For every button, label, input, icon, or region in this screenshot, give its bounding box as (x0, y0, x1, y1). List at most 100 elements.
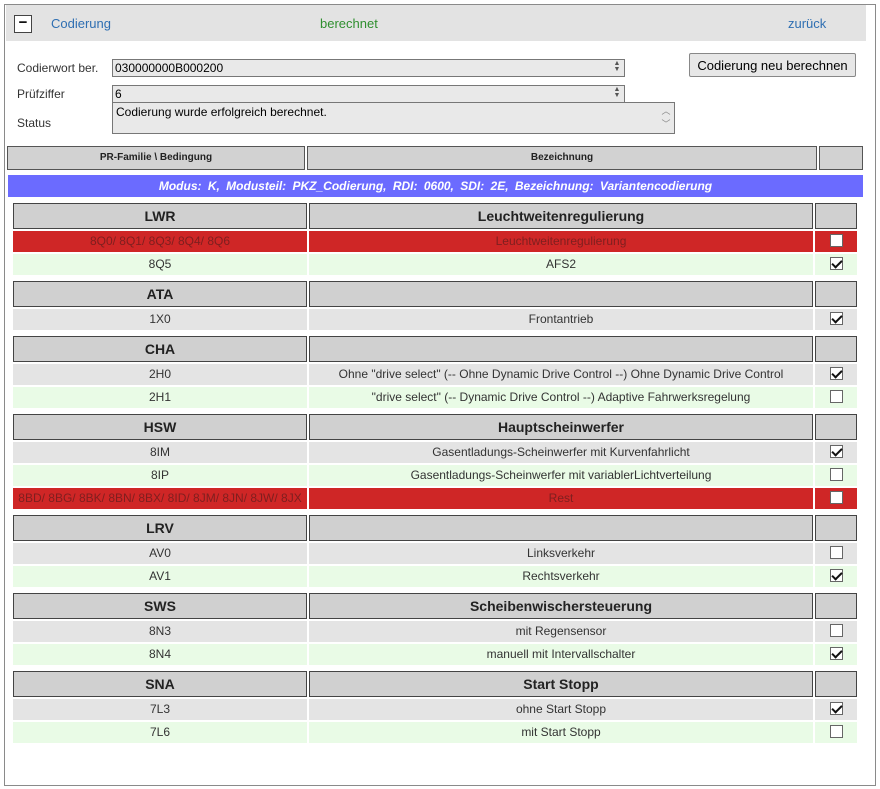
scroll-arrows-icon[interactable]: ︿ ﹀ (660, 105, 672, 132)
row-check-cell (815, 699, 857, 720)
row-check-cell (815, 364, 857, 385)
table-row[interactable]: 7L3 ohne Start Stopp (13, 699, 859, 720)
table-row[interactable]: 8IM Gasentladungs-Scheinwerfer mit Kurven… (13, 442, 859, 463)
group-header: LWR Leuchtweitenregulierung (13, 203, 859, 229)
group-family: ATA (13, 281, 307, 307)
status-label: Status (17, 116, 52, 130)
collapse-button[interactable]: − (14, 15, 32, 33)
calculation-state: berechnet (320, 16, 378, 31)
row-checkbox[interactable] (829, 546, 843, 560)
row-checkbox[interactable] (829, 647, 843, 661)
group-family: SNA (13, 671, 307, 697)
row-check-cell (815, 644, 857, 665)
table-row[interactable]: 2H0 Ohne "drive select" (-- Ohne Dynamic … (13, 364, 859, 385)
table-row[interactable]: 1X0 Frontantrieb (13, 309, 859, 330)
row-check-cell (815, 387, 857, 408)
row-code: 2H0 (13, 364, 307, 385)
group-title: Scheibenwischersteuerung (309, 593, 813, 619)
panel-title: Codierung (51, 16, 111, 31)
column-header-description: Bezeichnung (307, 146, 817, 170)
row-code: AV1 (13, 566, 307, 587)
table-row[interactable]: 8IP Gasentladungs-Scheinwerfer mit variab… (13, 465, 859, 486)
row-description: Frontantrieb (309, 309, 813, 330)
table-row[interactable]: 8N4 manuell mit Intervallschalter (13, 644, 859, 665)
row-code: 8N3 (13, 621, 307, 642)
row-description: Rechtsverkehr (309, 566, 813, 587)
row-description: Rest (309, 488, 813, 509)
spinner-icon[interactable]: ▲ ▼ (612, 86, 622, 101)
codierwort-value: 030000000B000200 (115, 61, 224, 75)
row-description: mit Regensensor (309, 621, 813, 642)
row-description: "drive select" (-- Dynamic Drive Control… (309, 387, 813, 408)
group-check-header (815, 414, 857, 440)
row-checkbox[interactable] (829, 624, 843, 638)
codierwort-label: Codierwort ber. (17, 61, 99, 75)
mode-info-bar: Modus: K, Modusteil: PKZ_Codierung, RDI:… (8, 175, 863, 197)
row-check-cell (815, 566, 857, 587)
row-description: Linksverkehr (309, 543, 813, 564)
group-cha: CHA 2H0 Ohne "drive select" (-- Ohne Dynam… (13, 336, 859, 408)
codierwort-field[interactable]: 030000000B000200 ▲ ▼ (112, 59, 625, 77)
table-row[interactable]: 7L6 mit Start Stopp (13, 722, 859, 743)
group-check-header (815, 671, 857, 697)
row-code: 8Q5 (13, 254, 307, 275)
group-title: Hauptscheinwerfer (309, 414, 813, 440)
group-check-header (815, 336, 857, 362)
row-checkbox[interactable] (829, 725, 843, 739)
row-checkbox[interactable] (829, 468, 843, 482)
pruefziffer-field[interactable]: 6 ▲ ▼ (112, 85, 625, 103)
group-header: HSW Hauptscheinwerfer (13, 414, 859, 440)
row-check-cell (815, 621, 857, 642)
group-check-header (815, 515, 857, 541)
row-description: Gasentladungs-Scheinwerfer mit Kurvenfah… (309, 442, 813, 463)
group-title: Leuchtweitenregulierung (309, 203, 813, 229)
group-hsw: HSW Hauptscheinwerfer 8IM Gasentladungs-Sch… (13, 414, 859, 509)
row-checkbox[interactable] (829, 367, 843, 381)
table-row[interactable]: 2H1 "drive select" (-- Dynamic Drive Cont… (13, 387, 859, 408)
spinner-icon[interactable]: ▲ ▼ (612, 60, 622, 75)
group-check-header (815, 203, 857, 229)
table-row[interactable]: AV0 Linksverkehr (13, 543, 859, 564)
coding-groups: LWR Leuchtweitenregulierung 8Q0/ 8Q1/ 8Q3/… (13, 203, 859, 749)
row-checkbox[interactable] (829, 312, 843, 326)
group-family: HSW (13, 414, 307, 440)
status-textarea[interactable]: Codierung wurde erfolgreich berechnet. ︿… (112, 102, 675, 134)
row-checkbox[interactable] (829, 257, 843, 271)
group-title (309, 515, 813, 541)
row-description: Gasentladungs-Scheinwerfer mit variabler… (309, 465, 813, 486)
row-description: AFS2 (309, 254, 813, 275)
table-row[interactable]: 8Q5 AFS2 (13, 254, 859, 275)
table-row[interactable]: 8BD/ 8BG/ 8BK/ 8BN/ 8BX/ 8ID/ 8JM/ 8JN/ … (13, 488, 859, 509)
group-header: CHA (13, 336, 859, 362)
group-title: Start Stopp (309, 671, 813, 697)
pruefziffer-label: Prüfziffer (17, 87, 65, 101)
row-checkbox[interactable] (829, 390, 843, 404)
row-code: 2H1 (13, 387, 307, 408)
group-sna: SNA Start Stopp 7L3 ohne Start Stopp 7L6 mit … (13, 671, 859, 743)
row-description: Leuchtweitenregulierung (309, 231, 813, 252)
table-row[interactable]: AV1 Rechtsverkehr (13, 566, 859, 587)
table-row[interactable]: 8N3 mit Regensensor (13, 621, 859, 642)
row-description: Ohne "drive select" (-- Ohne Dynamic Dri… (309, 364, 813, 385)
row-checkbox[interactable] (829, 445, 843, 459)
group-family: CHA (13, 336, 307, 362)
table-row[interactable]: 8Q0/ 8Q1/ 8Q3/ 8Q4/ 8Q6 Leuchtweitenregul… (13, 231, 859, 252)
row-code: 1X0 (13, 309, 307, 330)
group-lrv: LRV AV0 Linksverkehr AV1 Rechtsverkehr (13, 515, 859, 587)
group-sws: SWS Scheibenwischersteuerung 8N3 mit Regens… (13, 593, 859, 665)
row-description: mit Start Stopp (309, 722, 813, 743)
group-family: LWR (13, 203, 307, 229)
recalculate-button[interactable]: Codierung neu berechnen (689, 53, 856, 77)
row-checkbox[interactable] (829, 569, 843, 583)
row-checkbox[interactable] (829, 702, 843, 716)
back-link[interactable]: zurück (788, 16, 826, 31)
row-checkbox[interactable] (829, 491, 843, 505)
group-header: SWS Scheibenwischersteuerung (13, 593, 859, 619)
row-check-cell (815, 442, 857, 463)
row-code: 8N4 (13, 644, 307, 665)
row-checkbox[interactable] (829, 234, 843, 248)
row-code: 8BD/ 8BG/ 8BK/ 8BN/ 8BX/ 8ID/ 8JM/ 8JN/ … (13, 488, 307, 509)
panel-header: − Codierung berechnet zurück (6, 5, 866, 41)
row-code: 8IP (13, 465, 307, 486)
group-header: LRV (13, 515, 859, 541)
